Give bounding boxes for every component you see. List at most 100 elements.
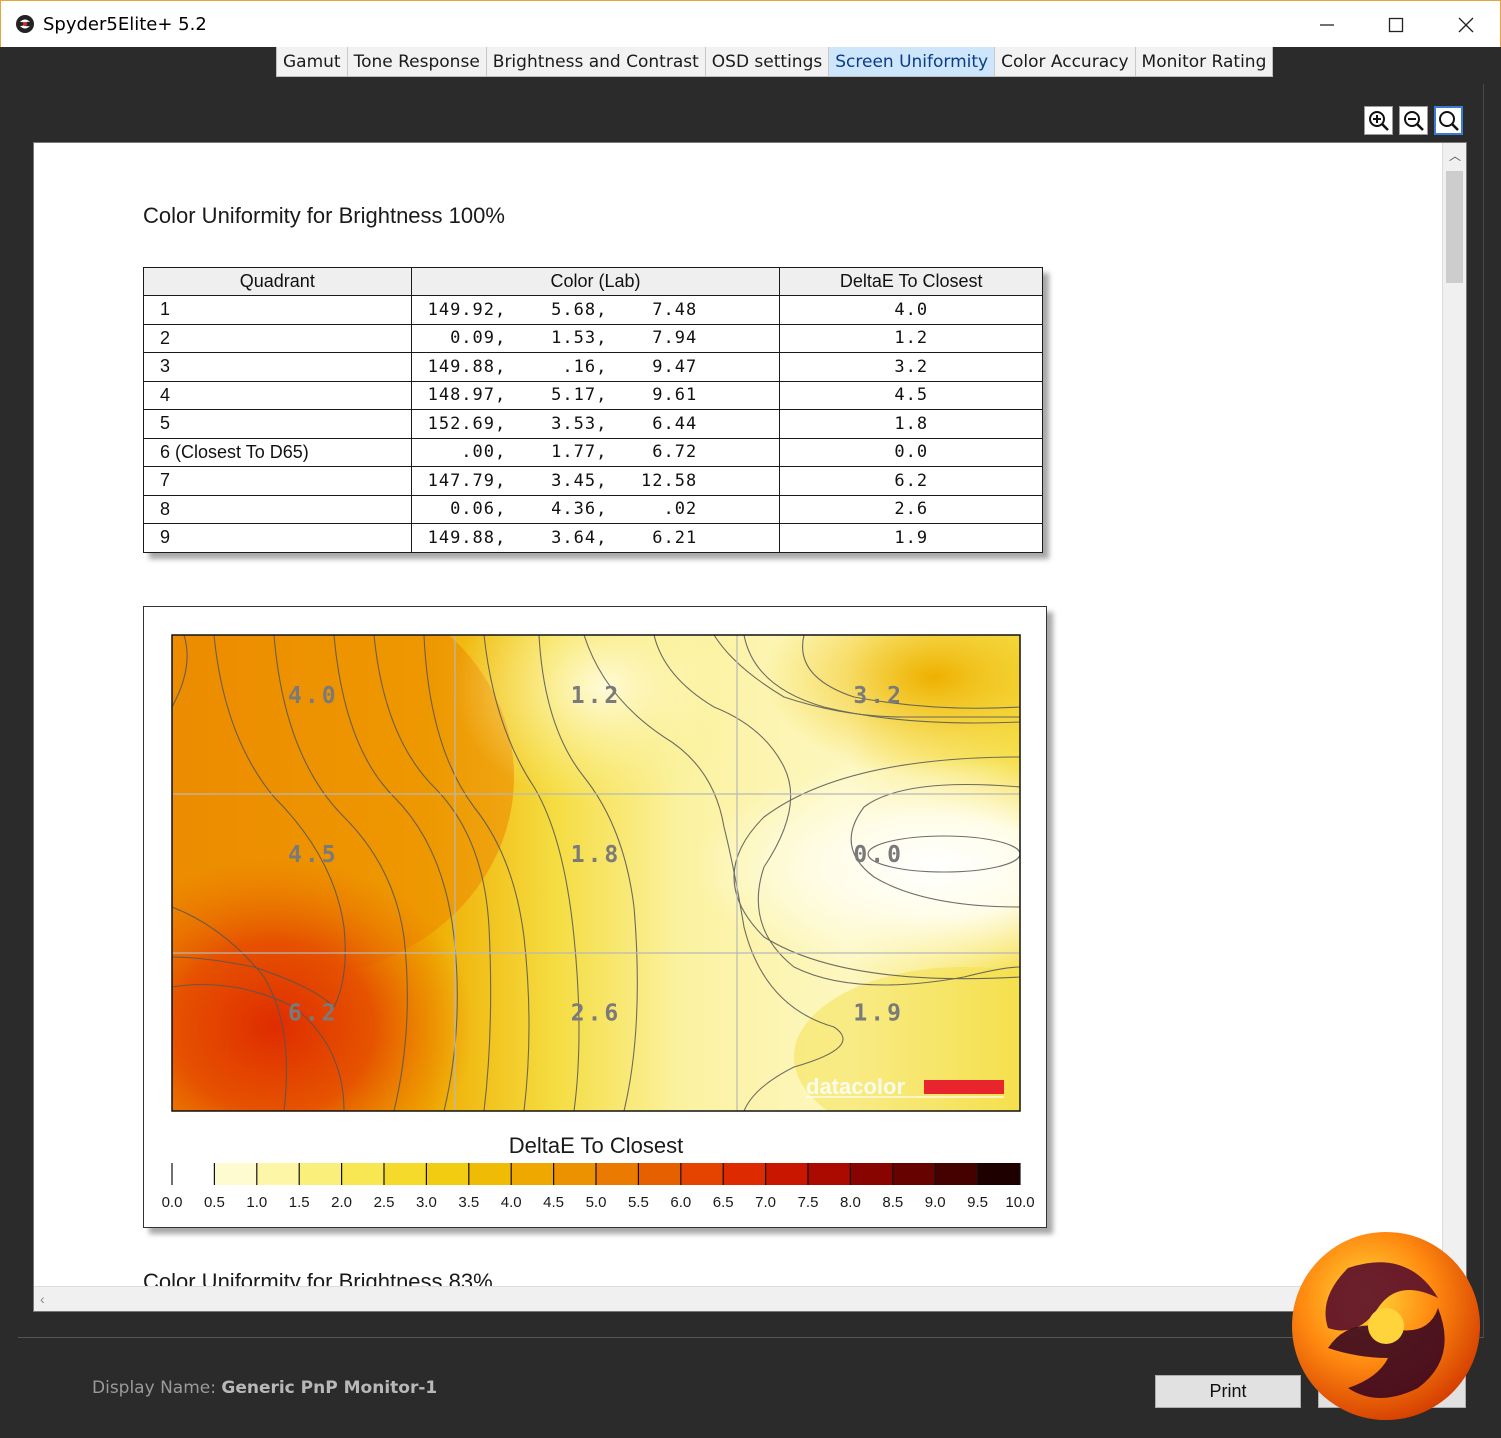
maximize-button[interactable] [1361,1,1431,48]
lab-cell: .00, 1.77, 6.72 [410,437,781,467]
next-report-title: Color Uniformity for Brightness 83% [143,1269,493,1287]
display-name: Display Name: Generic PnP Monitor-1 [92,1378,437,1398]
deltae-cell: 2.6 [779,494,1043,524]
legend-swatch [299,1163,343,1185]
lab-cell: 148.97, 5.17, 9.61 [410,380,781,410]
legend-tick-label: 2.0 [331,1194,352,1211]
header-deltae: DeltaE To Closest [779,267,1043,296]
deltae-cell: 3.2 [779,352,1043,382]
quadrant-cell: 9 [143,523,412,553]
legend-tick-label: 7.0 [755,1194,776,1211]
uniformity-table: Quadrant Color (Lab) DeltaE To Closest 1… [143,267,1043,553]
table-row: 7 147.79, 3.45, 12.58 6.2 [143,466,1043,496]
zoom-out-icon [1403,110,1424,131]
deltae-cell: 1.9 [779,523,1043,553]
deltae-cell: 6.2 [779,466,1043,496]
tab-screen-uniformity[interactable]: Screen Uniformity [829,47,996,76]
tab-strip: Gamut Tone Response Brightness and Contras… [0,47,1501,77]
legend-tick-label: 4.5 [543,1194,564,1211]
legend-tick-label: 5.0 [586,1194,607,1211]
legend-swatch [892,1163,936,1185]
zoom-fit-button[interactable] [1434,106,1463,135]
deltae-cell: 1.8 [779,409,1043,439]
legend-tick-label: 1.5 [289,1194,310,1211]
quadrant-cell: 4 [143,380,412,410]
legend-swatch [723,1163,767,1185]
quadrant-cell: 5 [143,409,412,439]
lab-cell: 147.79, 3.45, 12.58 [410,466,781,496]
display-name-value: Generic PnP Monitor-1 [221,1378,438,1398]
scroll-thumb[interactable] [1446,171,1463,283]
vertical-scrollbar[interactable]: ︿ [1442,143,1466,1288]
table-row: 4 148.97, 5.17, 9.61 4.5 [143,380,1043,410]
table-row: 8 0.06, 4.36, .02 2.6 [143,494,1043,524]
legend-title: DeltaE To Closest [509,1133,683,1158]
cell-value-label: 0.0 [853,842,904,868]
report-viewer[interactable]: Color Uniformity for Brightness 100% Qua… [33,142,1467,1312]
lab-cell: 149.88, 3.64, 6.21 [410,523,781,553]
zoom-fit-icon [1438,110,1459,131]
legend-tick-label: 4.0 [501,1194,522,1211]
lab-cell: 0.06, 4.36, .02 [410,494,781,524]
scroll-left-icon[interactable]: ‹ [40,1291,45,1307]
minimize-icon [1320,23,1334,26]
color-scale-legend: 0.0 0.5 1.0 1.5 2.0 2.5 3.0 3.5 4.0 4.5 5.0 5.5 6.0 6… [162,1163,1035,1211]
display-name-label: Display Name: [92,1378,216,1398]
header-quadrant: Quadrant [143,267,412,296]
tabs: Gamut Tone Response Brightness and Contras… [276,47,1274,77]
table-row: 1 149.92, 5.68, 7.48 4.0 [143,295,1043,325]
table-row: 6 (Closest To D65) .00, 1.77, 6.72 0.0 [143,437,1043,467]
legend-swatch [935,1163,979,1185]
tab-osd-settings[interactable]: OSD settings [706,47,830,76]
cell-value-label: 1.2 [571,683,622,709]
legend-tick-label: 3.0 [416,1194,437,1211]
legend-tick-label: 1.0 [246,1194,267,1211]
legend-swatch [850,1163,894,1185]
horizontal-scrollbar[interactable]: ‹ [34,1286,1466,1311]
legend-tick-label: 9.0 [925,1194,946,1211]
legend-tick-label: 8.0 [840,1194,861,1211]
zoom-in-icon [1368,110,1389,131]
lab-cell: 0.09, 1.53, 7.94 [410,323,781,353]
header-color-lab: Color (Lab) [410,267,781,296]
legend-swatch [765,1163,809,1185]
minimize-button[interactable] [1292,1,1362,48]
tab-gamut[interactable]: Gamut [277,47,348,76]
cell-value-label: 6.2 [288,1001,339,1027]
table-row: 9 149.88, 3.64, 6.21 1.9 [143,523,1043,553]
title-bar: Spyder5Elite+ 5.2 [0,0,1501,47]
cell-value-label: 4.5 [288,842,339,868]
zoom-in-button[interactable] [1364,106,1393,135]
tab-monitor-rating[interactable]: Monitor Rating [1136,47,1273,76]
brand-text: datacolor [806,1074,905,1099]
legend-tick-label: 6.5 [713,1194,734,1211]
cell-value-label: 1.9 [853,1001,904,1027]
legend-swatch [341,1163,385,1185]
close-icon [1458,17,1474,32]
legend-swatch [256,1163,300,1185]
tab-color-accuracy[interactable]: Color Accuracy [995,47,1136,76]
tab-brightness-and-contrast[interactable]: Brightness and Contrast [487,47,706,76]
print-button[interactable]: Print [1155,1375,1301,1408]
cell-value-label: 2.6 [571,1001,622,1027]
legend-swatch [680,1163,724,1185]
zoom-out-button[interactable] [1399,106,1428,135]
legend-tick-label: 7.5 [798,1194,819,1211]
legend-tick-label: 5.5 [628,1194,649,1211]
deltae-cell: 1.2 [779,323,1043,353]
quadrant-cell: 3 [143,352,412,382]
legend-swatch [468,1163,512,1185]
quadrant-cell: 7 [143,466,412,496]
cell-value-label: 4.0 [288,683,339,709]
legend-swatch [384,1163,427,1185]
tab-tone-response[interactable]: Tone Response [348,47,487,76]
legend-swatch [596,1163,639,1185]
legend-swatch [977,1163,1021,1185]
table-row: 3 149.88, .16, 9.47 3.2 [143,352,1043,382]
legend-tick-label: 10.0 [1005,1194,1034,1211]
cell-value-label: 3.2 [853,683,904,709]
close-button[interactable] [1431,1,1501,48]
brand-bar [924,1080,1004,1094]
scroll-up-icon[interactable]: ︿ [1447,147,1463,163]
spyder-app-icon [16,15,34,33]
